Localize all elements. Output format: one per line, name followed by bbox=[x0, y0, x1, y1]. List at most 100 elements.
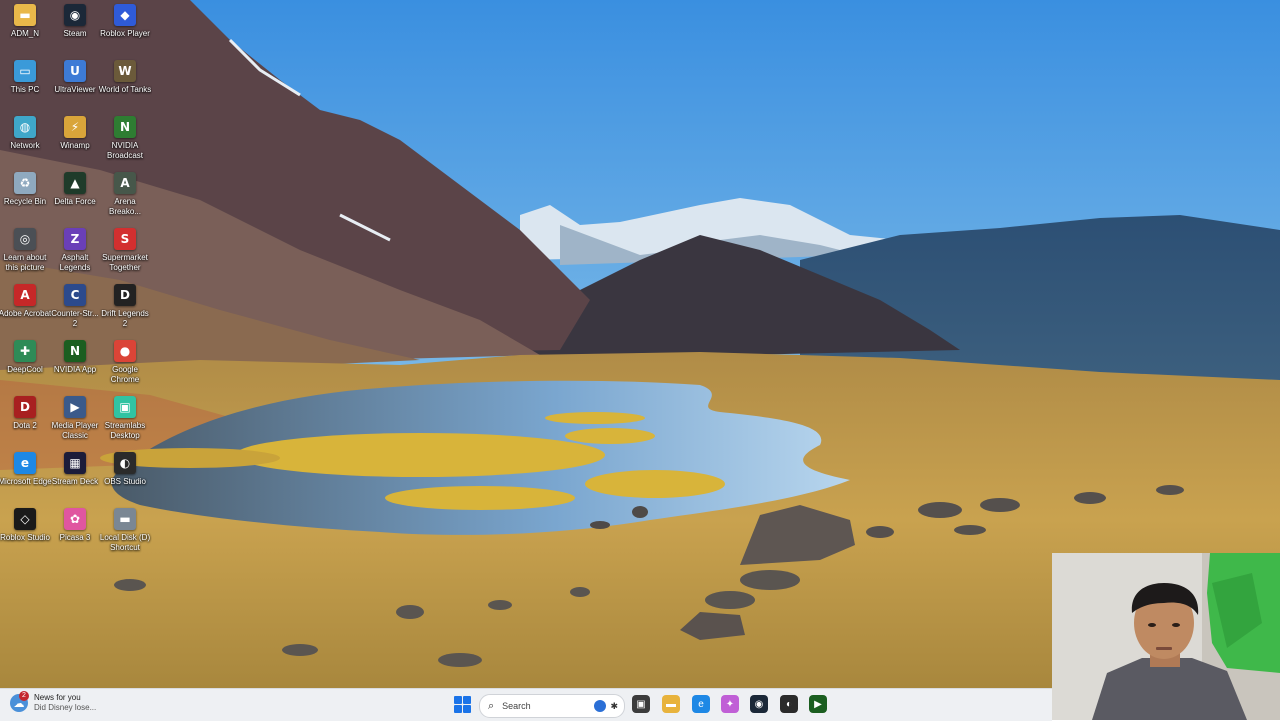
dota-icon: D bbox=[14, 396, 36, 418]
media-player-icon: ▶ bbox=[64, 396, 86, 418]
desktop-icon-label: Google Chrome bbox=[110, 365, 140, 384]
desktop-icon[interactable]: ▶ Media Player Classic bbox=[50, 396, 100, 450]
desktop-icon[interactable]: ◉ Steam bbox=[50, 4, 100, 58]
tank-icon: W bbox=[114, 60, 136, 82]
desktop-icon-label: Supermarket Together bbox=[102, 253, 148, 272]
desktop-icon-label: NVIDIA Broadcast bbox=[106, 141, 144, 160]
windows-logo-tile bbox=[463, 696, 471, 704]
desktop-icon[interactable]: ▭ This PC bbox=[0, 60, 50, 114]
news-widget[interactable]: ☁ 2 News for you Did Disney lose... bbox=[10, 691, 97, 713]
desktop-icon[interactable]: ⚡ Winamp bbox=[50, 116, 100, 170]
supermarket-icon: S bbox=[114, 228, 136, 250]
start-button[interactable] bbox=[454, 696, 471, 713]
desktop-icon[interactable]: ▦ Stream Deck bbox=[50, 452, 100, 506]
obs-icon: ◐ bbox=[114, 452, 136, 474]
task-view-icon[interactable]: ▣ bbox=[632, 695, 650, 713]
monitor-icon: ▭ bbox=[14, 60, 36, 82]
news-subtitle: Did Disney lose... bbox=[34, 703, 97, 712]
network-icon: ◍ bbox=[14, 116, 36, 138]
desktop-icon[interactable]: ● Google Chrome bbox=[100, 340, 150, 394]
desktop-icon-label: Counter-Str... 2 bbox=[51, 309, 99, 328]
desktop-icon-label: Arena Breako... bbox=[108, 197, 141, 216]
windows-logo-tile bbox=[463, 705, 471, 713]
desktop-icon[interactable]: ▲ Delta Force bbox=[50, 172, 100, 226]
desktop-icon-label: Dota 2 bbox=[13, 421, 37, 430]
picasa-icon: ✿ bbox=[64, 508, 86, 530]
chrome-icon: ● bbox=[114, 340, 136, 362]
stream-deck-icon: ▦ bbox=[64, 452, 86, 474]
desktop-icon-label: Learn about this picture bbox=[3, 253, 47, 272]
desktop-icon[interactable]: ◎ Learn about this picture bbox=[0, 228, 50, 282]
steam-icon: ◉ bbox=[64, 4, 86, 26]
windows-logo-tile bbox=[454, 696, 462, 704]
file-explorer-icon[interactable]: ▬ bbox=[662, 695, 680, 713]
drift-legends-icon: D bbox=[114, 284, 136, 306]
desktop-icon-label: Media Player Classic bbox=[51, 421, 99, 440]
desktop-icon[interactable]: ✿ Picasa 3 bbox=[50, 508, 100, 562]
desktop-icon-label: Picasa 3 bbox=[59, 533, 91, 542]
desktop-icon[interactable]: A Adobe Acrobat bbox=[0, 284, 52, 338]
edge-taskbar-icon[interactable]: e bbox=[692, 695, 710, 713]
desktop-icon[interactable]: Z Asphalt Legends bbox=[50, 228, 100, 282]
desktop-icon-label: Steam bbox=[63, 29, 87, 38]
desktop-icon[interactable]: D Dota 2 bbox=[0, 396, 50, 450]
desktop-icon[interactable]: ▬ Local Disk (D) Shortcut bbox=[100, 508, 150, 562]
weather-news-icon: ☁ 2 bbox=[10, 691, 29, 712]
desktop-icon-label: Asphalt Legends bbox=[59, 253, 91, 272]
acrobat-icon: A bbox=[14, 284, 36, 306]
search-box[interactable]: ⌕ Search ✱ bbox=[479, 694, 625, 718]
bing-icon[interactable] bbox=[594, 700, 607, 712]
desktop-icon-area: ▬ ADM_N ◉ Steam ◆ Roblox Player ▭ This PC U Ultra… bbox=[0, 0, 152, 688]
desktop-icon-label: World of Tanks bbox=[98, 85, 152, 94]
desktop-icon-label: Winamp bbox=[60, 141, 90, 150]
desktop-icon[interactable]: ◐ OBS Studio bbox=[100, 452, 150, 506]
desktop-icon[interactable]: A Arena Breako... bbox=[100, 172, 150, 226]
desktop-icon[interactable]: ▬ ADM_N bbox=[0, 4, 50, 58]
edge-icon: e bbox=[14, 452, 36, 474]
obs-taskbar-icon[interactable]: ◐ bbox=[780, 695, 798, 713]
desktop-icon-label: UltraViewer bbox=[54, 85, 96, 94]
desktop-icon-label: Network bbox=[10, 141, 40, 150]
desktop-icon[interactable]: ◇ Roblox Studio bbox=[0, 508, 50, 562]
desktop-icon-label: Streamlabs Desktop bbox=[104, 421, 146, 440]
desktop-icon-label: NVIDIA App bbox=[53, 365, 97, 374]
arena-breakout-icon: A bbox=[114, 172, 136, 194]
counter-strike-icon: C bbox=[64, 284, 86, 306]
desktop-icon[interactable]: ♻ Recycle Bin bbox=[0, 172, 50, 226]
deepcool-icon: ✚ bbox=[14, 340, 36, 362]
desktop-icon[interactable]: ◆ Roblox Player bbox=[100, 4, 150, 58]
desktop-icon[interactable]: ▣ Streamlabs Desktop bbox=[100, 396, 150, 450]
search-placeholder: Search bbox=[502, 701, 531, 711]
folder-icon: ▬ bbox=[14, 4, 36, 26]
copilot-icon[interactable]: ✦ bbox=[721, 695, 739, 713]
sparkle-icon: ✱ bbox=[610, 700, 618, 711]
desktop-icon-label: Roblox Studio bbox=[0, 533, 50, 542]
desktop-icon-label: Microsoft Edge bbox=[0, 477, 52, 486]
roblox-studio-icon: ◇ bbox=[14, 508, 36, 530]
desktop-icon[interactable]: ✚ DeepCool bbox=[0, 340, 50, 394]
desktop-icon[interactable]: N NVIDIA Broadcast bbox=[100, 116, 150, 170]
nvidia-taskbar-icon[interactable]: ▶ bbox=[809, 695, 827, 713]
desktop-icon-label: DeepCool bbox=[7, 365, 43, 374]
desktop-icon-label: OBS Studio bbox=[104, 477, 146, 486]
news-title: News for you bbox=[34, 693, 81, 702]
desktop-icon[interactable]: D Drift Legends 2 bbox=[100, 284, 150, 338]
steam-taskbar-icon[interactable]: ◉ bbox=[750, 695, 768, 713]
winamp-icon: ⚡ bbox=[64, 116, 86, 138]
desktop-icon[interactable]: W World of Tanks bbox=[98, 60, 152, 114]
desktop-icon[interactable]: ◍ Network bbox=[0, 116, 50, 170]
desktop-icon[interactable]: e Microsoft Edge bbox=[0, 452, 52, 506]
taskbar: ☁ 2 News for you Did Disney lose... ⌕ Se… bbox=[0, 688, 1052, 721]
streamlabs-icon: ▣ bbox=[114, 396, 136, 418]
notification-badge: 2 bbox=[19, 691, 29, 701]
windows-logo-tile bbox=[454, 705, 462, 713]
asphalt-icon: Z bbox=[64, 228, 86, 250]
desktop-icon-label: Delta Force bbox=[54, 197, 96, 206]
desktop-icon[interactable]: C Counter-Str... 2 bbox=[50, 284, 100, 338]
desktop-icon[interactable]: S Supermarket Together bbox=[100, 228, 150, 282]
roblox-icon: ◆ bbox=[114, 4, 136, 26]
desktop-icon[interactable]: N NVIDIA App bbox=[50, 340, 100, 394]
delta-force-icon: ▲ bbox=[64, 172, 86, 194]
desktop-icon[interactable]: U UltraViewer bbox=[50, 60, 100, 114]
desktop-icon-label: Adobe Acrobat bbox=[0, 309, 52, 318]
